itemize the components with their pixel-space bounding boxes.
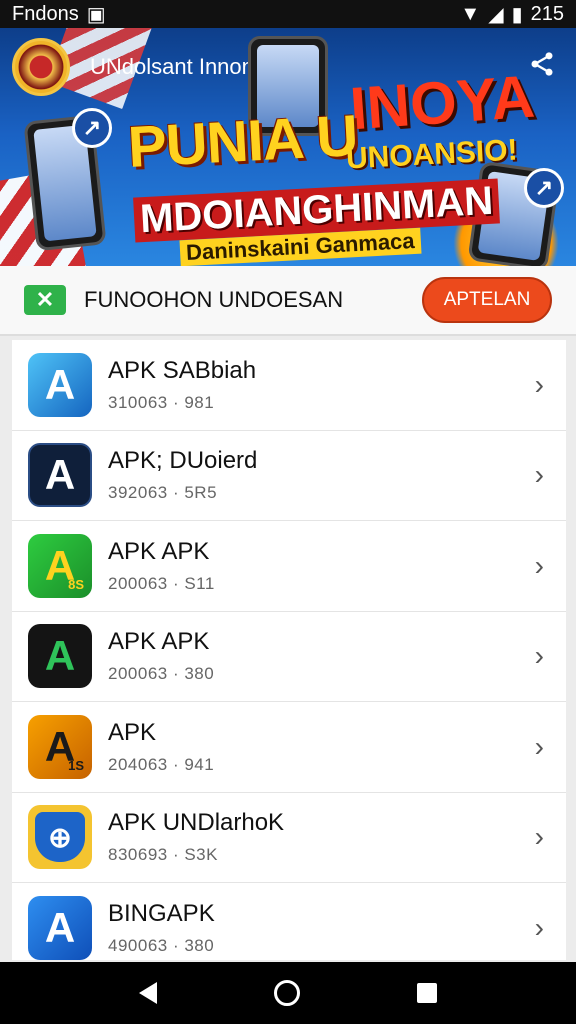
app-icon: A 8S [28,533,92,598]
app-name: APK APK [108,537,210,565]
app-list: A APK SABbiah 310063 · 981 › A APK; DUoierd 39… [12,340,566,960]
chevron-right-icon[interactable]: › [535,550,544,582]
arrow-circle-icon: ↗ [72,108,112,148]
list-item[interactable]: A APK APK 200063 · 380 › [12,612,566,702]
app-icon: A 1S [28,714,92,779]
promo-title: FUNOOHON UNDOESAN [84,287,344,312]
app-icon: A [28,895,92,960]
list-item[interactable]: A 1S APK 204063 · 941 › [12,702,566,793]
app-badge: 8S [68,576,84,592]
chevron-right-icon[interactable]: › [535,459,544,491]
promo-bar: ✕ FUNOOHON UNDOESAN APTELAN [0,266,576,336]
emblem-logo [12,38,70,96]
app-meta: 490063 · 380 [108,935,215,955]
status-time: 215 [530,2,564,25]
wifi-icon: ▼ [460,2,481,25]
app-meta: 204063 · 941 [108,754,215,774]
home-icon[interactable] [273,980,300,1006]
list-item[interactable]: A 8S APK APK 200063 · S11 › [12,521,566,612]
chevron-right-icon[interactable]: › [535,731,544,763]
signal-icon: ◢ [488,3,504,26]
list-item[interactable]: A BINGAPK 490063 · 380 › [12,883,566,960]
back-icon[interactable] [138,982,157,1004]
chevron-right-icon[interactable]: › [535,640,544,672]
notification-icon: ▣ [86,3,106,26]
app-name: APK UNDlarhoK [108,809,285,837]
hero-banner[interactable]: UNdolsant Innonsa ↗ ↗ INOYA PUNIA U UNOA… [0,28,576,266]
app-name: APK SABbiah [108,356,257,384]
app-name: APK; DUoierd [108,447,258,475]
chevron-right-icon[interactable]: › [535,369,544,401]
app-name: APK [108,718,157,746]
banner-headline: PUNIA U [126,103,359,180]
app-meta: 830693 · S3K [108,845,218,865]
chevron-right-icon[interactable]: › [535,821,544,853]
chevron-right-icon[interactable]: › [535,912,544,944]
promo-button[interactable]: APTELAN [422,277,552,323]
app-icon: A [28,443,92,508]
app-meta: 392063 · 5R5 [108,483,218,503]
list-item[interactable]: ⊕ APK UNDlarhoK 830693 · S3K › [12,793,566,883]
arrow-circle-icon: ↗ [524,168,564,208]
battery-icon: ▮ [511,3,523,26]
mail-icon: ✕ [24,285,66,315]
navigation-bar [0,962,576,1024]
app-name: APK APK [108,628,210,656]
banner-headline: INOYA [347,62,537,143]
recents-icon[interactable] [417,983,438,1003]
status-bar: Fndons ▣ ▼ ◢ ▮ 215 [0,0,576,28]
app-badge: 1S [68,757,84,773]
app-meta: 200063 · S11 [108,573,215,593]
list-item[interactable]: A APK; DUoierd 392063 · 5R5 › [12,431,566,521]
status-left-text: Fndons [12,2,79,25]
app-icon: A [28,624,92,689]
list-item[interactable]: A APK SABbiah 310063 · 981 › [12,340,566,431]
app-name: BINGAPK [108,899,215,927]
app-icon: ⊕ [28,805,92,870]
app-icon: A [28,352,92,417]
app-meta: 310063 · 981 [108,392,215,412]
app-meta: 200063 · 380 [108,664,215,684]
